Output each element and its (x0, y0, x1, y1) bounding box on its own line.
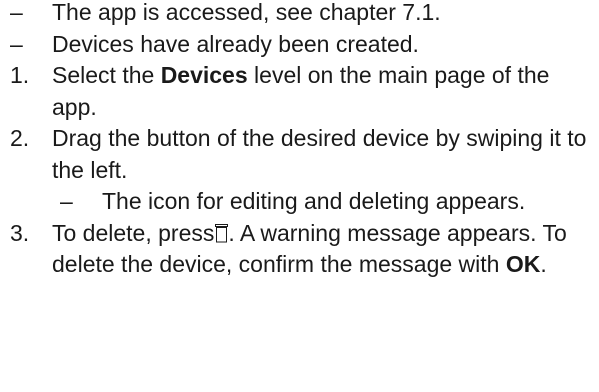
step-number: 1. (10, 62, 30, 88)
dash-marker: – (10, 0, 23, 25)
step-text-before: To delete, press (52, 219, 215, 246)
prerequisite-item: – Devices have already been created. (0, 29, 599, 61)
prerequisite-text: Devices have already been created. (52, 30, 419, 57)
step-number: 2. (10, 125, 30, 151)
result-item: – The icon for editing and deleting appe… (0, 186, 599, 218)
trash-icon (215, 220, 229, 242)
prerequisite-item: – The app is accessed, see chapter 7.1. (0, 0, 599, 29)
dash-marker: – (10, 30, 23, 57)
step-item: 1. Select the Devices level on the main … (0, 60, 599, 123)
dash-marker: – (60, 188, 73, 214)
instruction-document: – The app is accessed, see chapter 7.1. … (0, 0, 599, 281)
result-text: The icon for editing and deleting appear… (102, 188, 526, 214)
step-text: Drag the button of the desired device by… (52, 125, 587, 183)
step-number: 3. (10, 219, 30, 246)
step-bold-term: Devices (160, 62, 248, 88)
prerequisite-text: The app is accessed, see chapter 7.1. (52, 0, 441, 25)
step-text-before: Select the (52, 62, 161, 88)
step-text-end: . (540, 251, 547, 277)
step-bold-term: OK (505, 251, 541, 277)
step-item: 2. Drag the button of the desired device… (0, 123, 599, 186)
step-item: 3. To delete, press. A warning message a… (0, 218, 599, 281)
